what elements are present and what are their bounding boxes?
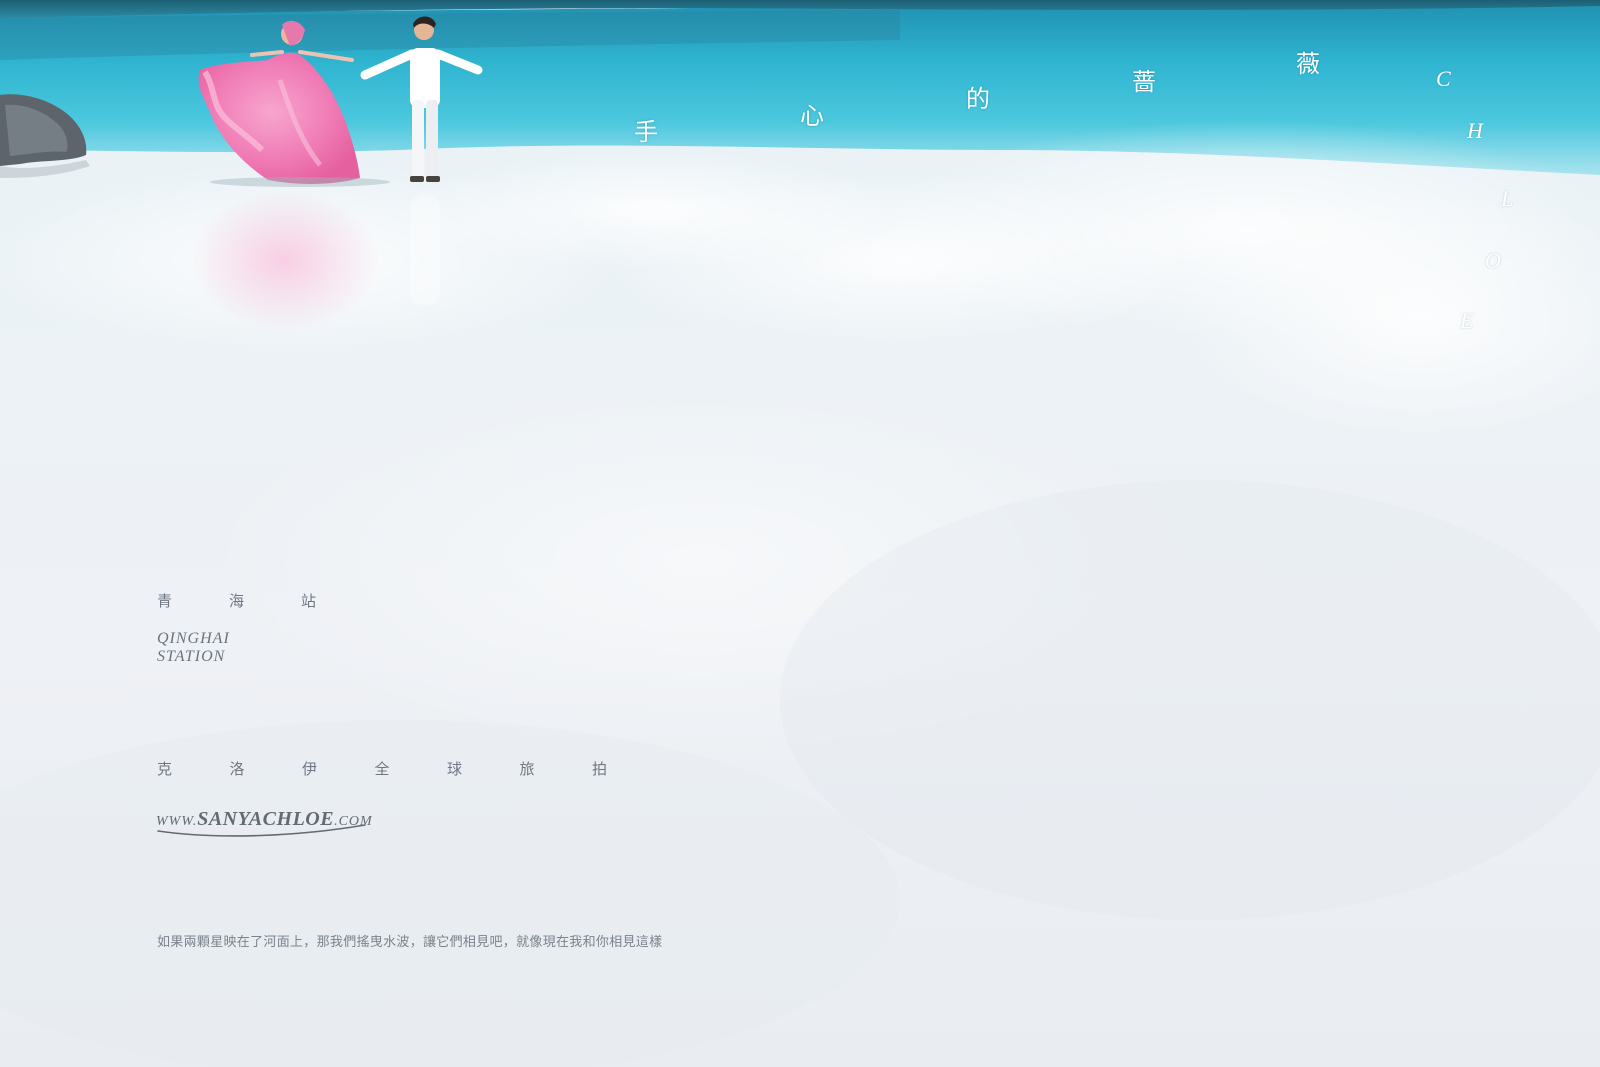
website-url[interactable]: WWW.SANYACHLOE.COM (156, 808, 373, 831)
station-name-zh: 青 海 站 (157, 590, 373, 611)
title-char: 手 (634, 118, 658, 146)
brand-letter: E (1460, 308, 1474, 333)
title-char: 蔷 (1132, 68, 1156, 96)
quote-text: 如果兩顆星映在了河面上，那我們搖曳水波，讓它們相見吧，就像現在我和你相見這樣 (157, 935, 663, 950)
salt-lake-wedding-photo (0, 0, 1600, 1067)
tagline-char: 克 (157, 760, 173, 778)
title-char: 薇 (1296, 50, 1320, 78)
title-char: 心 (800, 102, 824, 130)
tagline-char: 球 (447, 760, 463, 778)
tagline-char: 伊 (302, 760, 318, 778)
website-suffix: .COM (334, 814, 373, 829)
station-char: 青 (157, 592, 173, 610)
brand-letter: L (1501, 186, 1514, 211)
station-en-line2: STATION (157, 648, 226, 665)
tagline-char: 洛 (229, 760, 245, 778)
website-prefix: WWW. (156, 814, 198, 829)
brand-letter: C (1436, 66, 1451, 91)
station-name-en: QINGHAI STATION (157, 630, 230, 666)
title-char: 的 (966, 85, 990, 113)
tagline: 克 洛 伊 全 球 旅 拍 (157, 758, 665, 779)
tagline-char: 旅 (519, 760, 535, 778)
station-char: 海 (229, 592, 245, 610)
brand-letter: O (1485, 248, 1501, 273)
tagline-char: 全 (374, 760, 390, 778)
tagline-char: 拍 (592, 760, 608, 778)
brand-letter: H (1467, 118, 1483, 143)
station-char: 站 (301, 592, 317, 610)
station-en-line1: QINGHAI (157, 630, 230, 647)
website-name: SANYACHLOE (197, 808, 335, 830)
